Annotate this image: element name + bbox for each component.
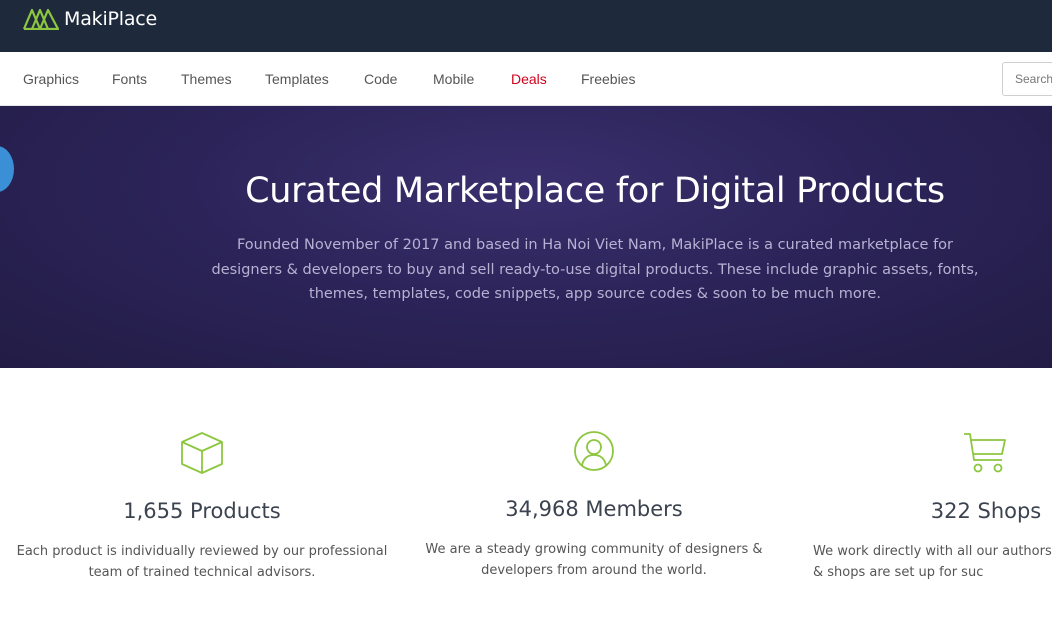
nav-item-deals[interactable]: Deals <box>511 71 547 87</box>
nav-item-code[interactable]: Code <box>364 71 397 87</box>
logo-text: MakiPlace <box>64 8 158 30</box>
search-input[interactable] <box>1003 63 1052 95</box>
stat-members: 34,968 Members We are a steady growing c… <box>404 430 784 581</box>
stat-members-description: We are a steady growing community of des… <box>425 542 763 578</box>
stat-products-title: 1,655 Products <box>123 499 281 523</box>
nav-item-themes[interactable]: Themes <box>181 71 232 87</box>
stat-shops-description: We work directly with all our authors to… <box>813 544 1052 580</box>
nav-item-mobile[interactable]: Mobile <box>433 71 474 87</box>
stat-members-title: 34,968 Members <box>505 497 683 521</box>
stat-products: 1,655 Products Each product is individua… <box>12 430 392 583</box>
stat-shops: 322 Shops We work directly with all our … <box>796 430 1052 583</box>
category-nav: Graphics Fonts Themes Templates Code Mob… <box>0 52 1052 106</box>
nav-item-fonts[interactable]: Fonts <box>112 71 147 87</box>
stat-products-description: Each product is individually reviewed by… <box>16 544 388 580</box>
top-header: MakiPlace <box>0 0 1052 52</box>
hero-banner: Curated Marketplace for Digital Products… <box>0 106 1052 368</box>
hero-description: Founded November of 2017 and based in Ha… <box>211 237 979 302</box>
nav-item-freebies[interactable]: Freebies <box>581 71 635 87</box>
shopping-cart-icon <box>964 433 1006 473</box>
nav-item-graphics[interactable]: Graphics <box>23 71 79 87</box>
user-circle-icon <box>574 431 614 471</box>
search-box[interactable] <box>1002 62 1052 96</box>
nav-item-templates[interactable]: Templates <box>265 71 329 87</box>
box-icon <box>181 432 223 474</box>
logo-mark-icon <box>23 8 59 30</box>
hero-title: Curated Marketplace for Digital Products <box>245 171 945 211</box>
stat-shops-title: 322 Shops <box>930 499 1042 523</box>
logo[interactable]: MakiPlace <box>23 7 157 31</box>
